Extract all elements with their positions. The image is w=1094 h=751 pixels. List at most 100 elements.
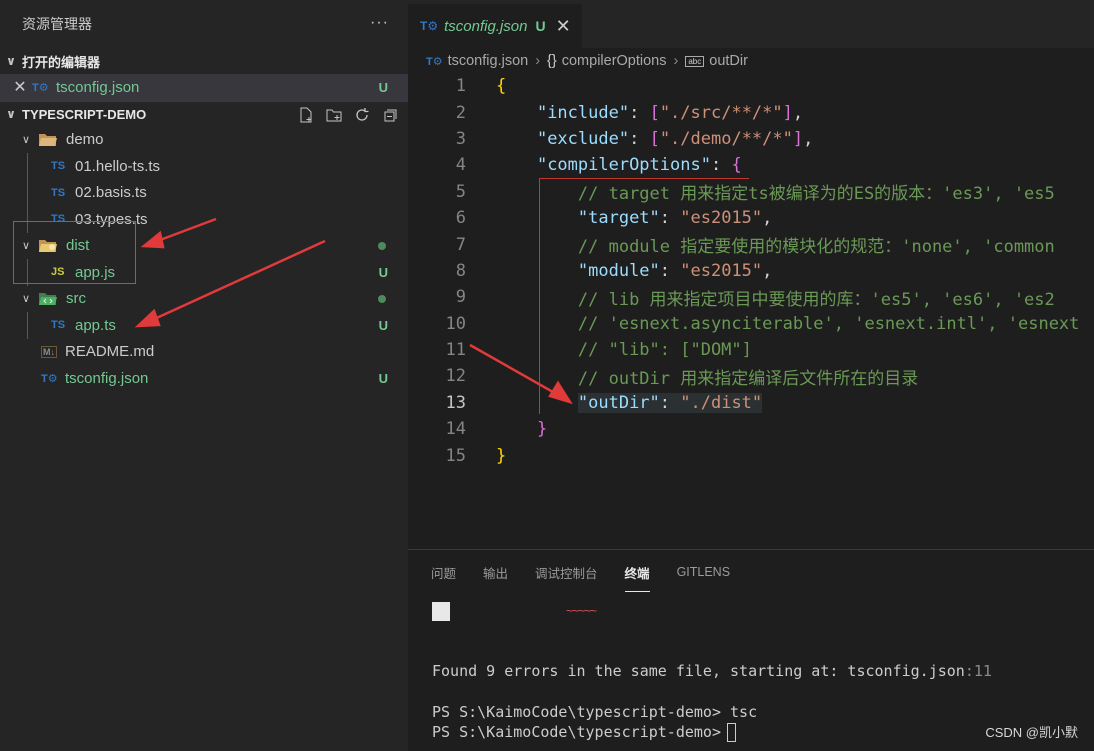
close-icon[interactable]: ✕: [556, 16, 571, 37]
json-value: "es2015": [680, 208, 763, 229]
terminal-cursor: [726, 723, 736, 742]
tsconfig-file-icon: T⚙: [420, 19, 439, 33]
tsconfig-file-icon: T⚙: [32, 81, 49, 94]
tab-problems[interactable]: 问题: [431, 557, 456, 588]
chevron-down-icon: ∨: [21, 134, 31, 147]
explorer-sidebar: 资源管理器 ··· ∨ 打开的编辑器 ✕ T⚙ tsconfig.json U …: [0, 0, 408, 751]
tree-file[interactable]: TS 01.hello-ts.ts: [0, 153, 408, 180]
code-line: 2 "include": ["./src/**/*"],: [408, 99, 1094, 125]
json-key: "exclude": [536, 128, 630, 149]
line-number: 15: [445, 445, 466, 466]
code-line: 8 "module": "es2015",: [408, 258, 1094, 284]
explorer-title: 资源管理器 ···: [0, 0, 408, 48]
breadcrumb-item[interactable]: tsconfig.json: [448, 53, 529, 69]
typescript-file-icon: TS: [51, 160, 66, 173]
tree-file[interactable]: M↓ README.md: [0, 339, 408, 366]
indent-guide: [27, 153, 28, 180]
folder-src-icon: [38, 291, 60, 306]
git-modified-dot: [378, 241, 386, 250]
line-number: 7: [455, 234, 466, 255]
tab-terminal[interactable]: 终端: [624, 557, 650, 592]
editor-tab[interactable]: T⚙ tsconfig.json U ✕: [408, 4, 582, 48]
tab-label: tsconfig.json: [444, 17, 528, 35]
tree-item-label: src: [66, 290, 86, 308]
json-value: "./dist": [680, 392, 763, 413]
open-editor-name: tsconfig.json: [56, 78, 140, 96]
collapse-all-icon[interactable]: [380, 105, 400, 125]
line-number: 2: [455, 102, 466, 123]
open-editors-label: 打开的编辑器: [22, 54, 101, 70]
object-icon: {}: [547, 53, 557, 69]
chevron-right-icon: ›: [535, 53, 541, 69]
tree-file[interactable]: T⚙ tsconfig.json U: [0, 365, 408, 392]
code-line: 9 // lib 用来指定项目中要使用的库：'es5', 'es6', 'es2: [408, 284, 1094, 310]
json-value: "es2015": [680, 260, 763, 281]
terminal-error-suffix: :11: [964, 662, 992, 680]
line-number: 13: [445, 392, 466, 413]
git-untracked-badge: U: [535, 18, 546, 34]
json-value: "./src/**/*": [659, 102, 783, 123]
line-number: 5: [455, 181, 466, 202]
typescript-file-icon: TS: [51, 319, 66, 332]
git-untracked-badge: U: [378, 264, 388, 280]
breadcrumb-item[interactable]: compilerOptions: [562, 53, 667, 69]
bracket-guide: [539, 178, 540, 414]
tree-item-label: 02.basis.ts: [75, 184, 147, 202]
terminal-prompt-line: PS S:\KaimoCode\typescript-demo> tsc: [432, 703, 758, 721]
bottom-panel: 问题 输出 调试控制台 终端 GITLENS ~~~~~ Found 9 err…: [408, 549, 1094, 751]
tsconfig-file-icon: T⚙: [41, 372, 58, 385]
code-line: 4 "compilerOptions": {: [408, 152, 1094, 178]
tree-folder-demo[interactable]: ∨ demo: [0, 127, 408, 154]
json-comment: // "lib": ["DOM"]: [577, 340, 752, 361]
open-editor-item[interactable]: ✕ T⚙ tsconfig.json U: [0, 74, 408, 101]
tab-output[interactable]: 输出: [483, 557, 508, 588]
editor-tabbar: T⚙ tsconfig.json U ✕: [408, 0, 1094, 48]
terminal-error-text: Found 9 errors in the same file, startin…: [432, 662, 965, 680]
line-number: 8: [455, 260, 466, 281]
code-line: 7 // module 指定要使用的模块化的规范：'none', 'common: [408, 231, 1094, 258]
line-number: 3: [455, 128, 466, 149]
open-editors-header[interactable]: ∨ 打开的编辑器: [0, 48, 408, 74]
line-number: 10: [445, 313, 466, 334]
chevron-right-icon: ›: [673, 53, 679, 69]
tree-file[interactable]: TS app.ts U: [0, 312, 408, 339]
line-number: 1: [455, 76, 466, 97]
terminal-block-glyph: [432, 602, 450, 621]
new-file-icon[interactable]: [296, 105, 316, 125]
line-number: 4: [455, 155, 466, 176]
json-comment: // target 用来指定ts被编译为的ES的版本：'es3', 'es5: [577, 184, 1055, 205]
more-actions-icon[interactable]: ···: [370, 14, 389, 32]
panel-tabs: 问题 输出 调试控制台 终端 GITLENS: [408, 550, 1094, 594]
terminal-prompt-line[interactable]: PS S:\KaimoCode\typescript-demo>: [432, 723, 736, 742]
code-line: 10 // 'esnext.asynciterable', 'esnext.in…: [408, 311, 1094, 337]
project-header[interactable]: ∨ TYPESCRIPT-DEMO: [0, 100, 408, 127]
git-untracked-badge: U: [378, 370, 388, 386]
chevron-down-icon: ∨: [21, 293, 31, 306]
indent-guide: [27, 179, 28, 206]
tree-folder-src[interactable]: ∨ src: [0, 286, 408, 313]
tree-item-label: demo: [66, 131, 104, 149]
json-comment: // lib 用来指定项目中要使用的库：'es5', 'es6', 'es2: [577, 289, 1055, 310]
breadcrumb-item[interactable]: outDir: [709, 53, 748, 69]
explorer-title-text: 资源管理器: [22, 16, 92, 32]
tree-file[interactable]: TS 02.basis.ts: [0, 179, 408, 206]
json-key: "compilerOptions": [536, 155, 711, 176]
json-key: "target": [577, 208, 660, 229]
json-comment: // 'esnext.asynciterable', 'esnext.intl'…: [577, 313, 1080, 334]
new-folder-icon[interactable]: [324, 105, 344, 125]
tab-gitlens[interactable]: GITLENS: [677, 559, 731, 585]
refresh-icon[interactable]: [352, 105, 372, 125]
project-label: TYPESCRIPT-DEMO: [22, 106, 147, 122]
chevron-down-icon: ∨: [6, 107, 16, 121]
tree-item-label: 01.hello-ts.ts: [75, 157, 161, 175]
chevron-down-icon: ∨: [6, 54, 16, 68]
tree-item-label: tsconfig.json: [65, 369, 149, 387]
markdown-file-icon: M↓: [41, 345, 57, 358]
code-line: 3 "exclude": ["./demo/**/*"],: [408, 126, 1094, 152]
line-number: 12: [445, 366, 466, 387]
bracket-guide: [539, 178, 749, 179]
tab-debug-console[interactable]: 调试控制台: [535, 557, 598, 588]
close-icon[interactable]: ✕: [0, 77, 32, 97]
watermark: CSDN @凯小默: [985, 725, 1078, 740]
code-editor[interactable]: 1{ 2 "include": ["./src/**/*"], 3 "exclu…: [408, 73, 1094, 469]
